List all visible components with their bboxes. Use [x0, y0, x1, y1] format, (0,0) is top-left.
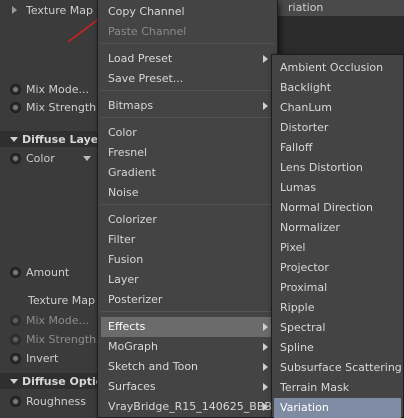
- expand-triangle-icon[interactable]: [12, 6, 17, 14]
- animation-radio-icon[interactable]: [10, 83, 21, 95]
- submenu-item-falloff[interactable]: Falloff: [274, 138, 401, 158]
- submenu-item-projector[interactable]: Projector: [274, 258, 401, 278]
- menu-item-label: VrayBridge_R15_140625_BBB: [108, 400, 272, 413]
- submenu-item-normal-direction[interactable]: Normal Direction: [274, 198, 401, 218]
- menu-item-colorizer[interactable]: Colorizer: [101, 210, 274, 230]
- menu-item-fresnel[interactable]: Fresnel: [101, 143, 274, 163]
- menu-separator: [101, 43, 274, 44]
- menu-item-label: Sketch and Toon: [108, 360, 199, 373]
- collapse-triangle-icon[interactable]: [10, 378, 18, 384]
- mix-strength-row[interactable]: Mix Strength: [10, 97, 96, 117]
- submenu-item-ambient-occlusion[interactable]: Ambient Occlusion: [274, 58, 401, 78]
- mix-mode-label: Mix Mode...: [26, 82, 90, 96]
- submenu-arrow-icon: [263, 403, 268, 411]
- invert-label: Invert: [26, 351, 59, 365]
- menu-separator: [101, 90, 274, 91]
- submenu-item-terrain-mask[interactable]: Terrain Mask: [274, 378, 401, 398]
- amount-label: Amount: [26, 265, 70, 279]
- color-label: Color: [26, 151, 55, 165]
- submenu-item-lumas[interactable]: Lumas: [274, 178, 401, 198]
- submenu-item-lens-distortion[interactable]: Lens Distortion: [274, 158, 401, 178]
- chevron-down-icon[interactable]: [82, 155, 91, 161]
- mix-strength-label-2: Mix Strength: [26, 332, 97, 346]
- submenu-item-distorter[interactable]: Distorter: [274, 118, 401, 138]
- submenu-item-variation[interactable]: Variation: [274, 398, 401, 418]
- menu-item-filter[interactable]: Filter: [101, 230, 274, 250]
- menu-item-surfaces[interactable]: Surfaces: [101, 377, 274, 397]
- menu-item-save-preset[interactable]: Save Preset...: [101, 69, 274, 89]
- submenu-item-backlight[interactable]: Backlight: [274, 78, 401, 98]
- menu-item-vraybridge[interactable]: VrayBridge_R15_140625_BBB: [101, 397, 274, 417]
- animation-radio-icon[interactable]: [10, 101, 21, 113]
- diffuse-layer-title: Diffuse Layer Tr: [22, 132, 100, 146]
- diffuse-option-title: Diffuse Option: [22, 374, 100, 388]
- submenu-item-spline[interactable]: Spline: [274, 338, 401, 358]
- menu-item-paste-channel: Paste Channel: [108, 25, 187, 38]
- menu-item-posterizer[interactable]: Posterizer: [101, 290, 274, 310]
- variation-tab[interactable]: riation: [278, 0, 404, 16]
- menu-separator: [101, 204, 274, 205]
- submenu-item-pixel[interactable]: Pixel: [274, 238, 401, 258]
- animation-radio-icon[interactable]: [10, 152, 21, 164]
- mix-mode-label-2: Mix Mode...: [26, 313, 90, 327]
- context-menu: Copy Channel Paste Channel Load Preset S…: [97, 0, 278, 418]
- menu-item-label: MoGraph: [108, 340, 158, 353]
- submenu-arrow-icon: [263, 343, 268, 351]
- menu-item-label: Bitmaps: [108, 99, 154, 112]
- mix-strength-label: Mix Strength: [26, 100, 97, 114]
- submenu-item-spectral[interactable]: Spectral: [274, 318, 401, 338]
- menu-item-sketch-and-toon[interactable]: Sketch and Toon: [101, 357, 274, 377]
- animation-radio-icon[interactable]: [10, 352, 21, 364]
- amount-row[interactable]: Amount: [10, 262, 69, 282]
- menu-item-copy-channel[interactable]: Copy Channel: [101, 2, 274, 22]
- menu-separator: [101, 117, 274, 118]
- diffuse-layer-section-header[interactable]: Diffuse Layer Tr: [0, 131, 100, 147]
- color-row[interactable]: Color: [10, 148, 91, 168]
- menu-item-load-preset[interactable]: Load Preset: [101, 49, 274, 69]
- mix-mode-row-2[interactable]: Mix Mode...: [10, 310, 89, 330]
- submenu-arrow-icon: [263, 323, 268, 331]
- submenu-item-proximal[interactable]: Proximal: [274, 278, 401, 298]
- menu-item-effects[interactable]: Effects: [101, 317, 274, 337]
- submenu-arrow-icon: [263, 55, 268, 63]
- menu-item-noise[interactable]: Noise: [101, 183, 274, 203]
- collapse-triangle-icon[interactable]: [10, 136, 18, 142]
- menu-item-label: Effects: [108, 320, 146, 333]
- submenu-item-ripple[interactable]: Ripple: [274, 298, 401, 318]
- animation-radio-icon[interactable]: [10, 314, 21, 326]
- submenu-arrow-icon: [263, 363, 268, 371]
- submenu-item-chanlum[interactable]: ChanLum: [274, 98, 401, 118]
- mix-mode-row[interactable]: Mix Mode...: [10, 79, 89, 99]
- menu-separator: [101, 311, 274, 312]
- roughness-row[interactable]: Roughness: [10, 391, 86, 411]
- menu-item-mograph[interactable]: MoGraph: [101, 337, 274, 357]
- texture-map-row-2[interactable]: Texture Map: [28, 290, 95, 310]
- menu-item-gradient[interactable]: Gradient: [101, 163, 274, 183]
- menu-item-color[interactable]: Color: [101, 123, 274, 143]
- roughness-label: Roughness: [26, 394, 87, 408]
- diffuse-option-section-header[interactable]: Diffuse Option: [0, 373, 100, 389]
- animation-radio-icon[interactable]: [10, 395, 21, 407]
- submenu-item-subsurface-scattering[interactable]: Subsurface Scattering: [274, 358, 402, 378]
- menu-item-layer[interactable]: Layer: [101, 270, 274, 290]
- mix-strength-row-2[interactable]: Mix Strength: [10, 329, 96, 349]
- invert-row[interactable]: Invert: [10, 348, 58, 368]
- animation-radio-icon[interactable]: [10, 333, 21, 345]
- menu-item-bitmaps[interactable]: Bitmaps: [101, 96, 274, 116]
- effects-submenu: Ambient Occlusion Backlight ChanLum Dist…: [271, 54, 404, 418]
- menu-item-label: Load Preset: [108, 52, 173, 65]
- menu-item-fusion[interactable]: Fusion: [101, 250, 274, 270]
- submenu-arrow-icon: [263, 383, 268, 391]
- animation-radio-icon[interactable]: [10, 266, 21, 278]
- submenu-arrow-icon: [263, 102, 268, 110]
- menu-item-label: Surfaces: [108, 380, 156, 393]
- texture-map-label-2: Texture Map: [28, 293, 95, 307]
- submenu-item-normalizer[interactable]: Normalizer: [274, 218, 401, 238]
